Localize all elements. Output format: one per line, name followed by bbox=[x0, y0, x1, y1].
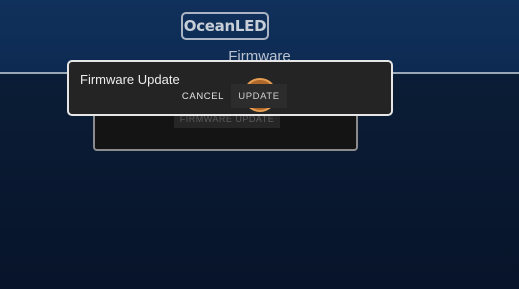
dialog-title: Firmware Update bbox=[80, 72, 180, 87]
oceanled-logo: OceanLED bbox=[181, 12, 269, 40]
firmware-update-dialog: Firmware Update CANCEL UPDATE bbox=[67, 60, 393, 116]
cancel-label: CANCEL bbox=[181, 90, 225, 102]
cancel-button[interactable]: CANCEL bbox=[179, 84, 227, 108]
logo-text: OceanLED bbox=[183, 17, 267, 35]
update-label: UPDATE bbox=[238, 90, 280, 102]
update-button[interactable]: UPDATE bbox=[231, 84, 287, 108]
